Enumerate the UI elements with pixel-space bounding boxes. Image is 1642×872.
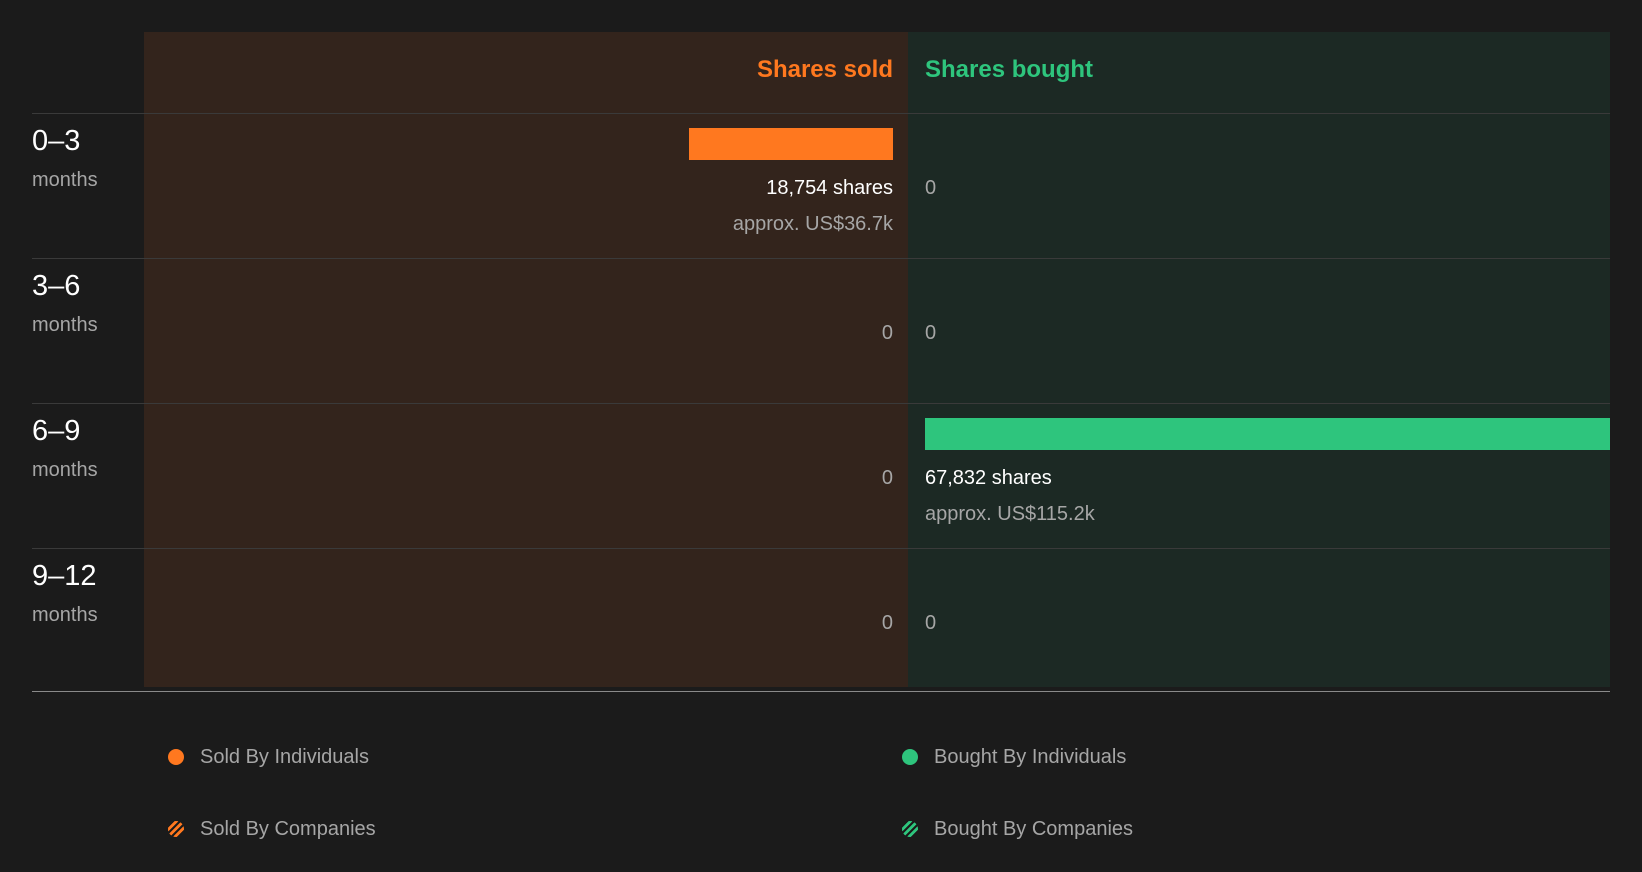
insider-trading-volume-chart: Shares sold Shares bought 0–3 months 18,75… [0, 0, 1642, 872]
sold-bar [689, 128, 893, 160]
legend-item: Bought By Individuals [902, 742, 1126, 772]
striped-dot-icon [902, 821, 918, 837]
row-divider [32, 548, 1610, 549]
legend-label: Bought By Individuals [934, 745, 1127, 768]
sold-zero-label: 0 [881, 612, 893, 634]
bought-panel [908, 32, 1610, 687]
row-label: 9–12 months [32, 558, 142, 630]
row-divider [32, 258, 1610, 259]
legend-item: Sold By Individuals [168, 742, 369, 772]
row-unit-label: months [32, 169, 98, 191]
row-range-label: 0–3 [32, 125, 81, 157]
row-unit-label: months [32, 314, 98, 336]
bought-zero-label: 0 [925, 177, 937, 199]
sold-zero-label: 0 [881, 322, 893, 344]
dot-icon [168, 749, 184, 765]
row-divider [32, 113, 1610, 114]
legend-label: Sold By Individuals [200, 745, 369, 768]
bought-shares-label: 67,832 shares [925, 467, 1052, 489]
row-range-label: 9–12 [32, 560, 97, 592]
row-unit-label: months [32, 604, 98, 626]
bought-zero-label: 0 [925, 322, 937, 344]
striped-dot-icon [168, 821, 184, 837]
sold-shares-label: 18,754 shares [766, 177, 893, 199]
row-label: 6–9 months [32, 413, 142, 485]
chart-baseline [32, 691, 1610, 692]
row-range-label: 3–6 [32, 270, 81, 302]
legend-item: Bought By Companies [902, 814, 1133, 844]
row-label: 0–3 months [32, 123, 142, 195]
sold-value-label: approx. US$36.7k [732, 213, 893, 235]
dot-icon [902, 749, 918, 765]
sold-zero-label: 0 [881, 467, 893, 489]
row-divider [32, 403, 1610, 404]
legend-label: Bought By Companies [934, 817, 1134, 840]
sold-header: Shares sold [756, 56, 893, 83]
row-label: 3–6 months [32, 268, 142, 340]
row-range-label: 6–9 [32, 415, 81, 447]
legend-item: Sold By Companies [168, 814, 376, 844]
legend-label: Sold By Companies [200, 817, 376, 840]
bought-bar [925, 418, 1610, 450]
bought-header: Shares bought [925, 56, 1094, 83]
bought-value-label: approx. US$115.2k [925, 503, 1095, 525]
bought-zero-label: 0 [925, 612, 937, 634]
row-unit-label: months [32, 459, 98, 481]
